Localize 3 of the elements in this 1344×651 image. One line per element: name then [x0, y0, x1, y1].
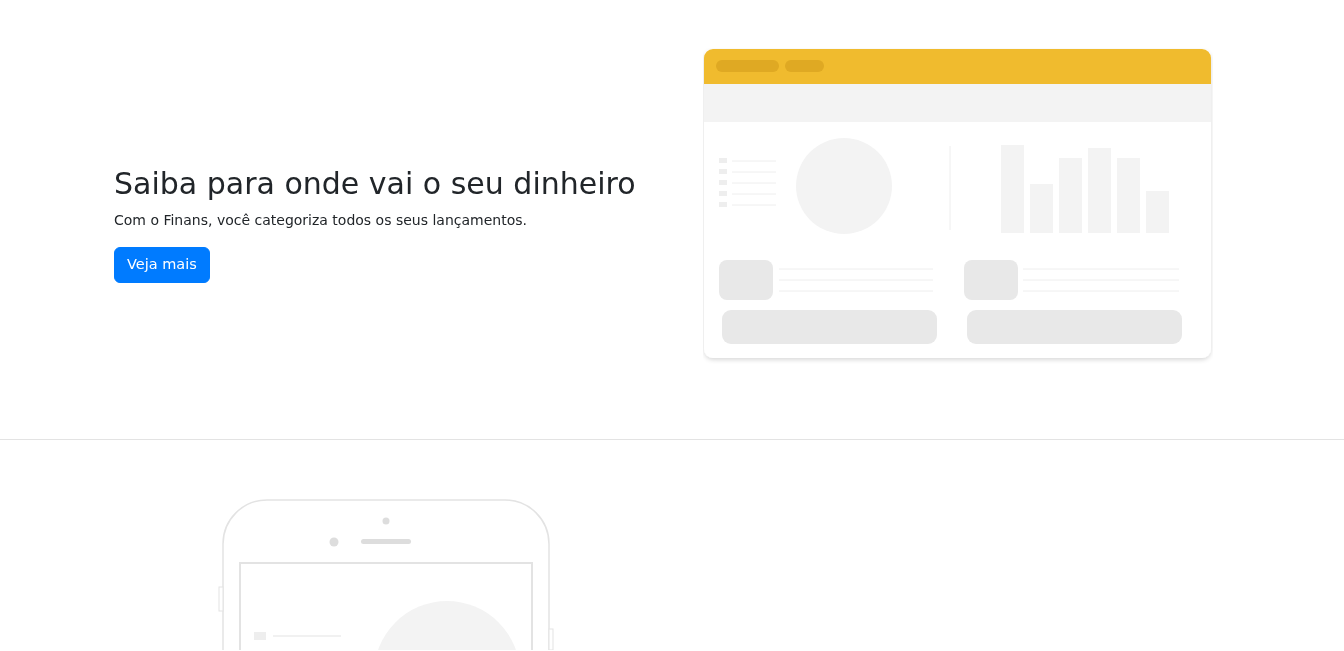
- subtitle: Com o Finans, você categoriza todos os seus lançamentos.: [114, 211, 527, 231]
- see-more-button[interactable]: Veja mais: [114, 247, 210, 283]
- heading: Saiba para onde vai o seu dinheiro: [114, 166, 636, 203]
